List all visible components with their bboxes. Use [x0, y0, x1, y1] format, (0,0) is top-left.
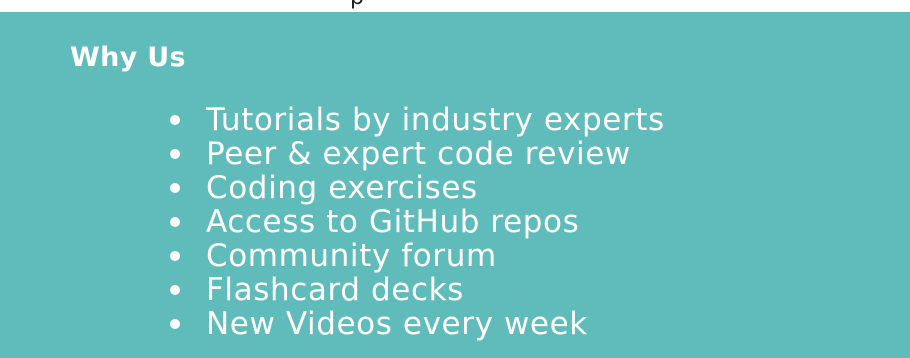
bullet-dot-icon — [170, 217, 180, 227]
list-item-label: Community forum — [206, 238, 497, 274]
list-item-label: New Videos every week — [206, 306, 588, 342]
list-item-label: Flashcard decks — [206, 272, 464, 308]
bullet-dot-icon — [170, 149, 180, 159]
bullet-dot-icon — [170, 251, 180, 261]
list-item-label: Coding exercises — [206, 170, 478, 206]
list-item-label: Peer & expert code review — [206, 136, 631, 172]
bullet-dot-icon — [170, 319, 180, 329]
cropped-text-fragment: p — [350, 0, 364, 9]
section-title: Why Us — [70, 42, 186, 73]
top-page-strip: p — [0, 0, 910, 12]
bullet-dot-icon — [170, 115, 180, 125]
list-item-label: Tutorials by industry experts — [206, 102, 665, 138]
bullet-dot-icon — [170, 183, 180, 193]
why-us-panel: Why Us Tutorials by industry experts Pee… — [0, 12, 910, 358]
list-item-label: Access to GitHub repos — [206, 204, 580, 240]
bullet-dot-icon — [170, 285, 180, 295]
